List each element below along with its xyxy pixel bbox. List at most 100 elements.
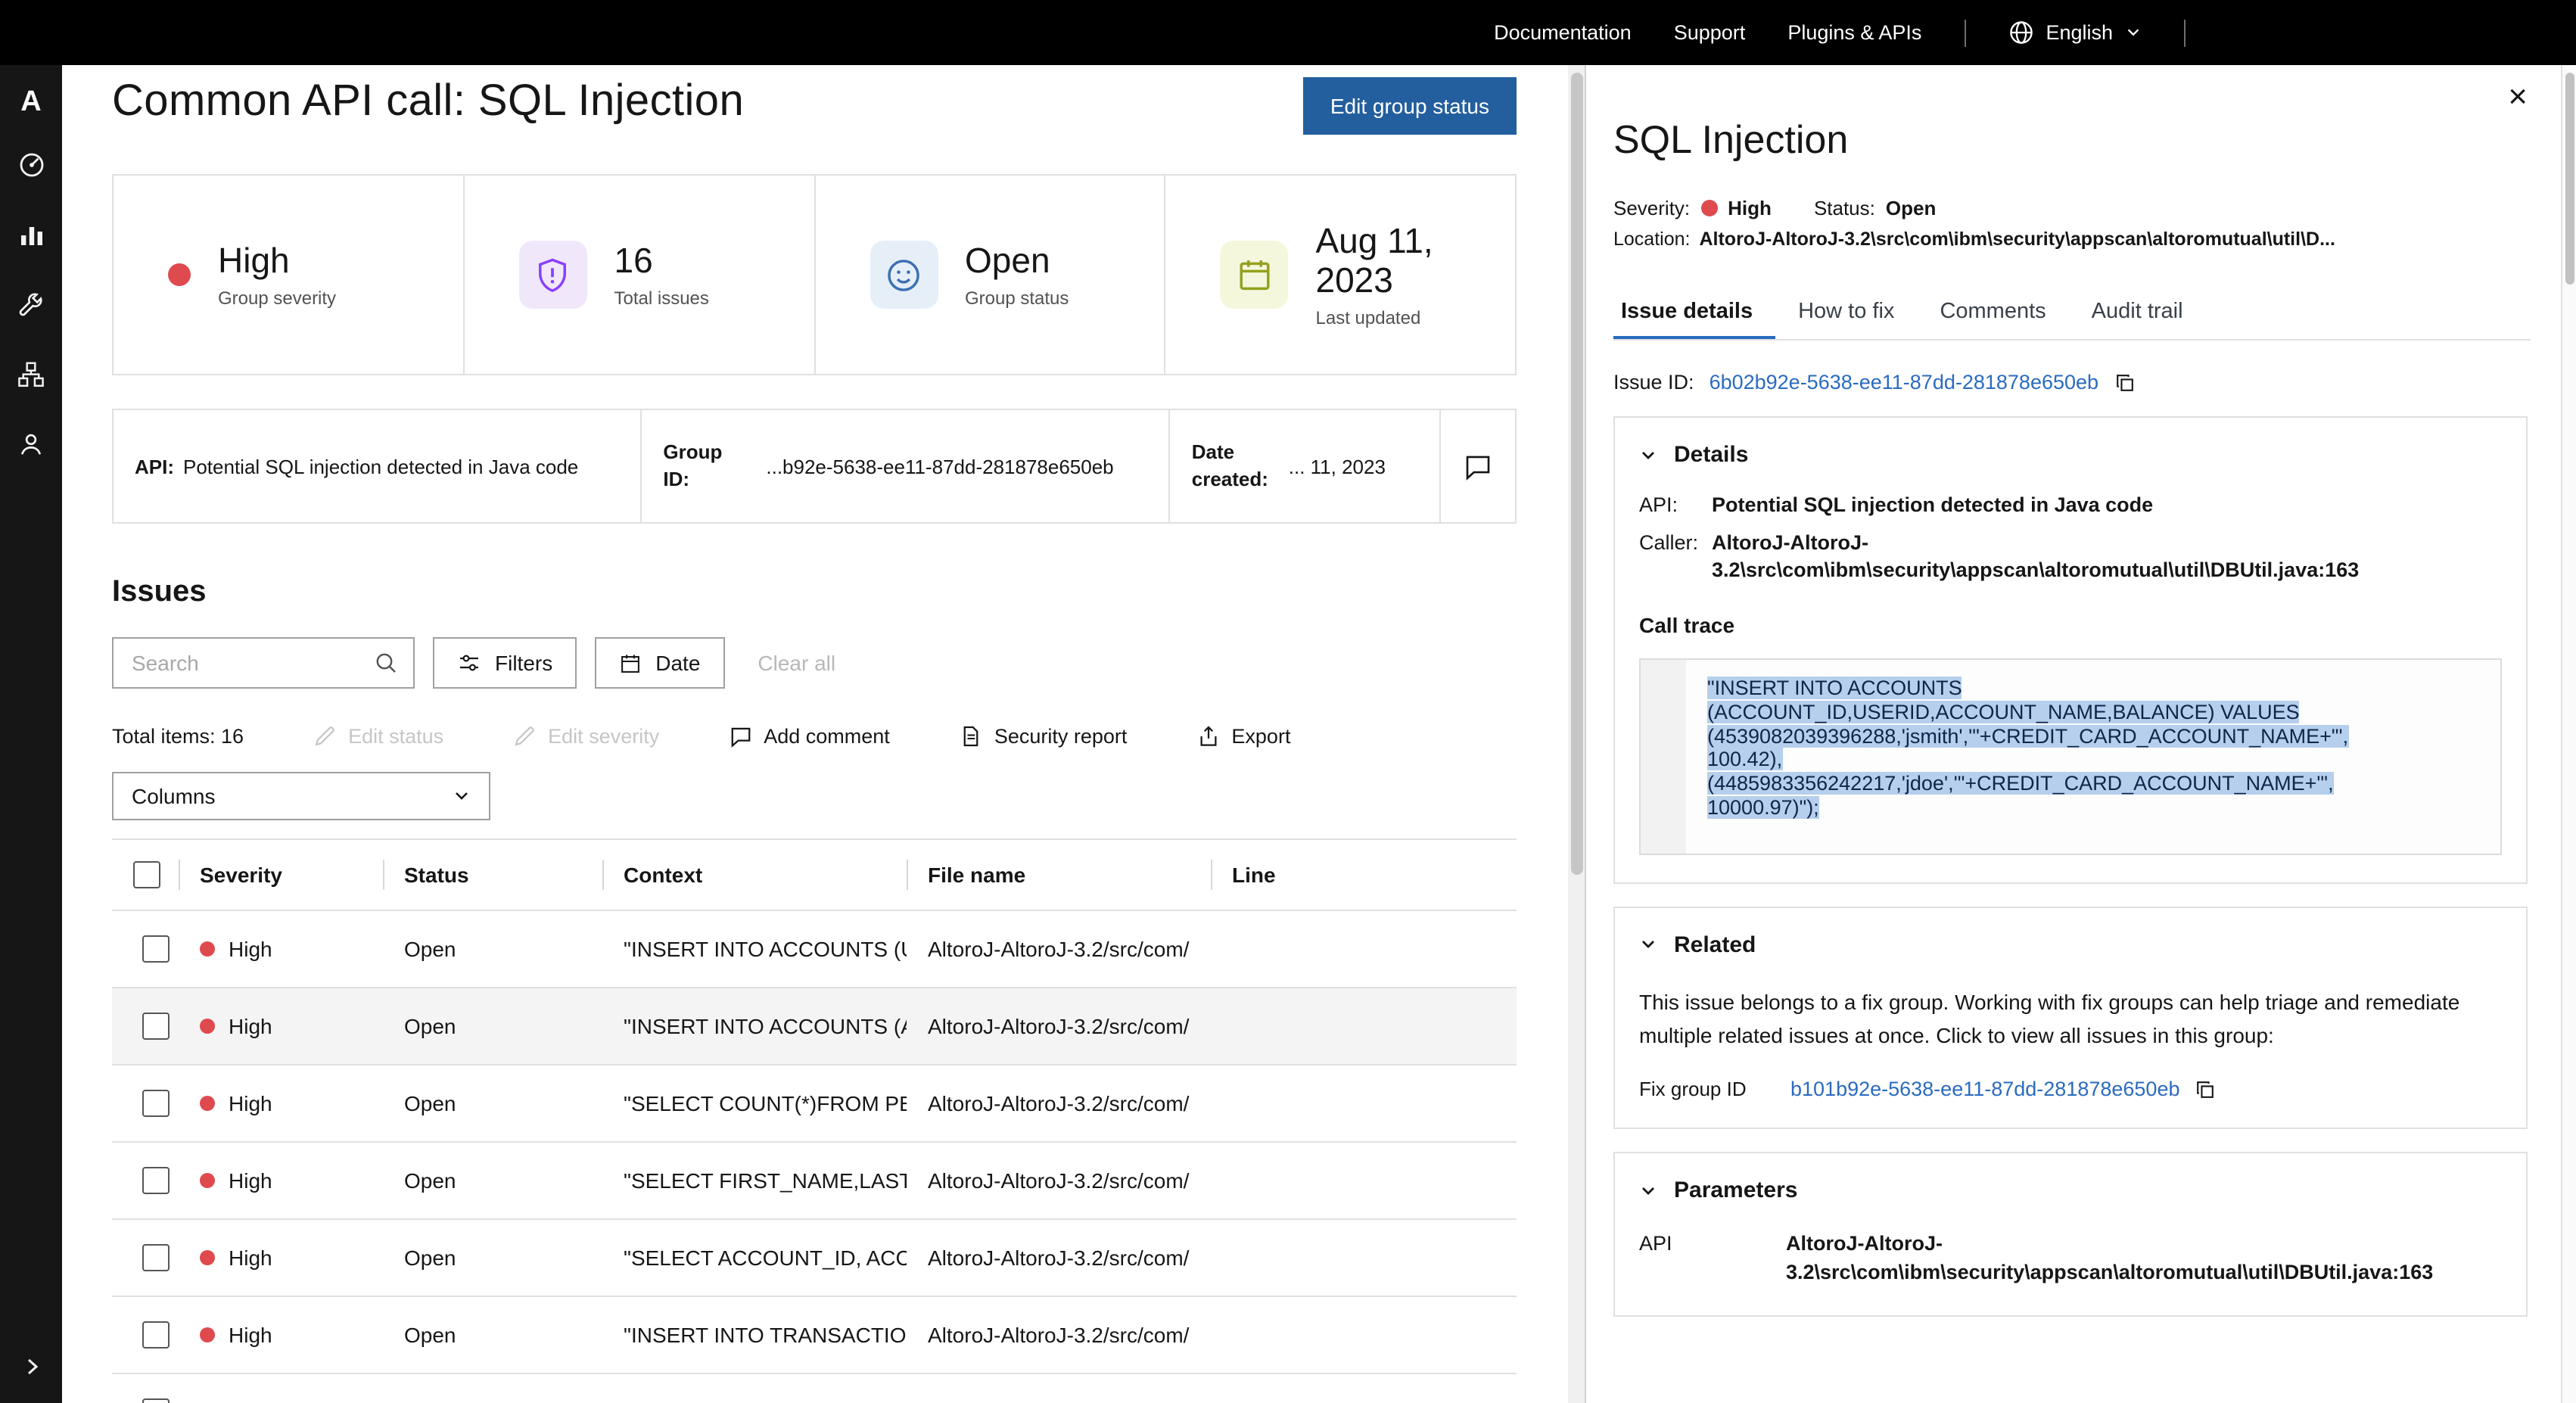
topbar-link-documentation[interactable]: Documentation xyxy=(1494,21,1632,44)
panel-scrollbar[interactable] xyxy=(2561,65,2576,1403)
main-scrollbar[interactable] xyxy=(1568,65,1585,1403)
code-gutter xyxy=(1641,659,1686,853)
issue-id-row: Issue ID: 6b02b92e-5638-ee11-87dd-281878… xyxy=(1613,371,2531,394)
main-scrollbar-thumb[interactable] xyxy=(1570,73,1582,875)
date-label: Date xyxy=(655,651,700,675)
row-checkbox[interactable] xyxy=(142,1398,170,1403)
row-context-cell: "SELECT ACCOUNT_ID, ACCO xyxy=(602,1246,907,1270)
row-severity-label: High xyxy=(229,1014,272,1038)
row-status-cell: Open xyxy=(383,1400,602,1403)
edit-status-button[interactable]: Edit status xyxy=(313,725,443,748)
reports-chart-icon[interactable] xyxy=(16,219,46,250)
severity-dot-icon xyxy=(1700,200,1717,216)
code-text: "INSERT INTO ACCOUNTS (ACCOUNT_ID,USERID… xyxy=(1686,659,2352,853)
severity-dot-icon xyxy=(200,1019,215,1034)
pencil-icon xyxy=(313,725,336,748)
issue-row[interactable]: High Open "SELECT ACCOUNT_ID, ACCO Altor… xyxy=(112,1220,1517,1297)
date-filter-button[interactable]: Date xyxy=(595,637,724,689)
tab-audit-trail[interactable]: Audit trail xyxy=(2069,286,2206,339)
row-checkbox-cell xyxy=(112,1167,179,1194)
row-context-cell: "INSERT INTO ACCOUNTS (AC xyxy=(602,1014,907,1038)
call-trace-code-block: "INSERT INTO ACCOUNTS (ACCOUNT_ID,USERID… xyxy=(1639,658,2502,854)
add-comment-button[interactable]: Add comment xyxy=(729,725,890,748)
tab-how-to-fix[interactable]: How to fix xyxy=(1775,286,1917,339)
panel-scrollbar-thumb[interactable] xyxy=(2565,73,2574,285)
row-context-cell: "SELECT FIRST_NAME,LAST_ xyxy=(602,1168,907,1193)
date-created-value: ... 11, 2023 xyxy=(1289,455,1386,478)
parameters-api-label: API xyxy=(1639,1231,1786,1289)
export-button[interactable]: Export xyxy=(1196,725,1290,748)
copy-icon[interactable] xyxy=(2114,372,2135,393)
related-section: Related This issue belongs to a fix grou… xyxy=(1613,906,2528,1130)
sidebar-expand-chevron-icon[interactable] xyxy=(16,1352,46,1382)
tab-comments[interactable]: Comments xyxy=(1917,286,2068,339)
call-trace-heading: Call trace xyxy=(1639,612,2502,636)
tools-wrench-icon[interactable] xyxy=(16,289,46,319)
issue-row[interactable]: High Open "SELECT COUNT(*)FROM PEO Altor… xyxy=(112,1065,1517,1143)
applications-flow-icon[interactable] xyxy=(16,359,46,389)
add-comment-label: Add comment xyxy=(764,725,890,748)
row-checkbox[interactable] xyxy=(142,935,170,963)
comment-bubble-icon xyxy=(1462,450,1494,482)
row-status-cell: Open xyxy=(383,1168,602,1193)
search-input[interactable] xyxy=(129,649,362,677)
topbar-link-plugins-apis[interactable]: Plugins & APIs xyxy=(1787,21,1921,44)
call-trace-code: "INSERT INTO ACCOUNTS (ACCOUNT_ID,USERID… xyxy=(1707,676,2348,819)
header-line: Line xyxy=(1211,840,1517,910)
clear-all-button[interactable]: Clear all xyxy=(758,651,835,675)
language-selector[interactable]: English xyxy=(2008,20,2142,45)
edit-status-label: Edit status xyxy=(348,725,443,748)
row-checkbox[interactable] xyxy=(142,1167,170,1194)
issue-row[interactable]: High Open "SELECT FIRST_NAME,LAST_ Altor… xyxy=(112,1143,1517,1220)
parameters-api-value: AltoroJ-AltoroJ-3.2\src\com\ibm\security… xyxy=(1786,1231,2391,1289)
issue-detail-panel: × SQL Injection Severity: High Status: O… xyxy=(1585,65,2561,1403)
fix-group-link[interactable]: b101b92e-5638-ee11-87dd-281878e650eb xyxy=(1790,1078,2180,1101)
user-icon[interactable] xyxy=(16,428,46,459)
copy-icon[interactable] xyxy=(2195,1079,2217,1100)
security-report-button[interactable]: Security report xyxy=(960,725,1128,748)
issue-row[interactable]: High Open "INSERT INTO ACCOUNTS (AC Alto… xyxy=(112,988,1517,1065)
row-severity-cell: High xyxy=(179,1091,383,1115)
issues-heading: Issues xyxy=(112,575,1517,610)
row-file-name-cell: AltoroJ-AltoroJ-3.2/src/com/ xyxy=(907,1168,1211,1193)
date-created-label: Date created: xyxy=(1192,440,1271,493)
select-all-checkbox[interactable] xyxy=(133,861,160,888)
group-comment-button[interactable] xyxy=(1439,410,1515,522)
issue-id-link[interactable]: 6b02b92e-5638-ee11-87dd-281878e650eb xyxy=(1710,371,2099,394)
parameters-section-header[interactable]: Parameters xyxy=(1639,1178,2502,1204)
close-icon[interactable]: × xyxy=(2508,80,2528,114)
tab-issue-details[interactable]: Issue details xyxy=(1613,286,1775,339)
edit-group-status-button[interactable]: Edit group status xyxy=(1303,77,1517,135)
edit-severity-button[interactable]: Edit severity xyxy=(513,725,659,748)
row-checkbox[interactable] xyxy=(142,1013,170,1040)
calendar-small-icon xyxy=(619,652,642,674)
row-checkbox[interactable] xyxy=(142,1090,170,1117)
pencil-icon xyxy=(513,725,536,748)
row-severity-cell: High xyxy=(179,1400,383,1403)
issue-row[interactable]: High Open "INSERT INTO TRANSACTION Altor… xyxy=(112,1297,1517,1374)
globe-icon xyxy=(2008,20,2033,45)
details-section-header[interactable]: Details xyxy=(1639,442,2502,468)
row-checkbox-cell xyxy=(112,1013,179,1040)
issue-row[interactable]: High Open "INSERT INTO TRANSACTION Altor… xyxy=(112,1374,1517,1403)
severity-dot-icon xyxy=(200,941,215,957)
row-status-cell: Open xyxy=(383,1246,602,1270)
severity-dot-icon xyxy=(168,263,191,286)
parameters-api-row: API AltoroJ-AltoroJ-3.2\src\com\ibm\secu… xyxy=(1639,1231,2502,1289)
row-checkbox[interactable] xyxy=(142,1321,170,1349)
document-icon xyxy=(960,725,982,748)
issue-severity-row: Severity: High Status: Open xyxy=(1613,197,2531,219)
issue-row[interactable]: High Open "INSERT INTO ACCOUNTS (US Alto… xyxy=(112,911,1517,988)
row-checkbox[interactable] xyxy=(142,1244,170,1271)
row-severity-label: High xyxy=(229,1091,272,1115)
scan-icon[interactable] xyxy=(16,150,46,180)
appscan-logo[interactable]: A xyxy=(20,83,41,123)
left-nav: A xyxy=(0,65,62,1403)
row-context-cell: "SELECT COUNT(*)FROM PEO xyxy=(602,1091,907,1115)
columns-dropdown[interactable]: Columns xyxy=(112,772,490,820)
filters-button[interactable]: Filters xyxy=(433,637,577,689)
topbar-link-support[interactable]: Support xyxy=(1674,21,1746,44)
row-checkbox-cell xyxy=(112,1244,179,1271)
header-context: Context xyxy=(602,840,907,910)
related-section-header[interactable]: Related xyxy=(1639,932,2502,957)
